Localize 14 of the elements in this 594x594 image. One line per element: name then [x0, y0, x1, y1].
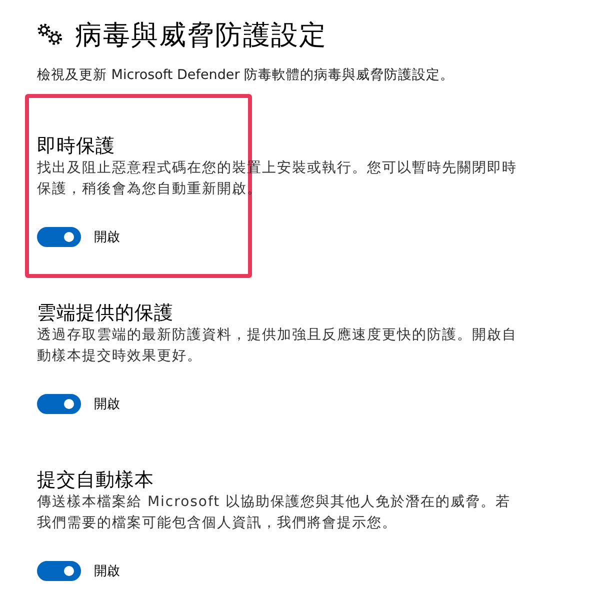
toggle-label: 開啟 [94, 563, 120, 580]
toggle-label: 開啟 [94, 229, 120, 246]
section-heading: 雲端提供的保護 [37, 301, 174, 325]
section-description: 傳送樣本檔案給 Microsoft 以協助保護您與其他人免於潛在的威脅。若我們需要的檔案可能包含個人資訊，我們將會提示您。 [37, 493, 512, 533]
toggle-switch[interactable] [37, 394, 81, 414]
page-title: 病毒與威脅防護設定 [75, 19, 327, 53]
page-subtitle: 檢視及更新 Microsoft Defender 防毒軟體的病毒與威脅防護設定。 [37, 66, 456, 84]
section-description: 透過存取雲端的最新防護資料，提供加強且反應速度更快的防護。開啟自動樣本提交時效果更好。 [37, 326, 518, 366]
section-heading: 提交自動樣本 [37, 468, 154, 492]
toggle-label: 開啟 [94, 396, 120, 413]
toggle-switch[interactable] [37, 561, 81, 581]
settings-icon [37, 23, 63, 47]
toggle-switch[interactable] [37, 227, 81, 247]
section-heading: 即時保護 [37, 134, 115, 158]
